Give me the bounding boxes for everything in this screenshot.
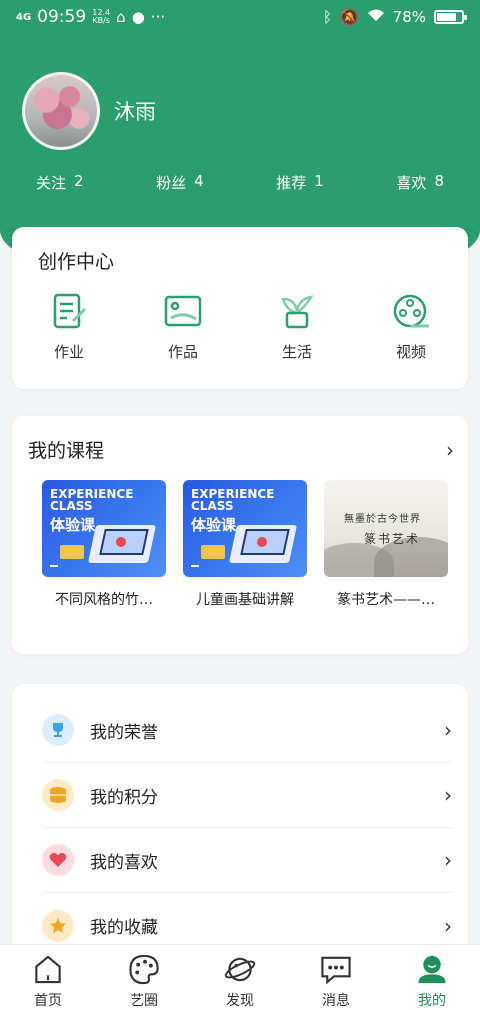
course-name: 不同风格的竹… (55, 592, 153, 608)
my-courses-title: 我的课程 (28, 440, 105, 462)
create-item-video[interactable]: 视频 (354, 291, 468, 362)
create-item-label: 生活 (281, 343, 312, 361)
course-name: 篆书艺术——… (337, 592, 435, 608)
star-icon (42, 909, 74, 942)
menu-label: 我的积分 (90, 787, 158, 808)
course-thumbnail: 無墨於古今世界 篆书艺术 (324, 480, 448, 577)
status-bar: 4G 09:59 12.4 KB/s ⌂ ● ··· ᛒ 🔕 78% (0, 0, 480, 34)
clock: 09:59 (37, 7, 87, 27)
create-item-homework[interactable]: 作业 (12, 291, 126, 362)
course-name: 儿童画基础讲解 (196, 592, 294, 608)
app-status-icon: ● (131, 8, 145, 26)
tab-art-circle[interactable]: 艺圈 (96, 945, 192, 1010)
home-icon (35, 955, 61, 984)
tab-label: 发现 (226, 993, 254, 1009)
network-speed: 12.4 KB/s (92, 8, 111, 25)
profile-icon (418, 955, 446, 984)
chevron-right-icon: › (444, 848, 452, 872)
wifi-icon (367, 8, 385, 26)
course-item[interactable]: EXPERIENCE CLASS 体验课 不同风格的竹… (42, 480, 166, 609)
chevron-right-icon[interactable]: › (446, 438, 454, 462)
menu-item-honors[interactable]: 我的荣誉 › (42, 698, 452, 763)
battery-icon (434, 10, 467, 24)
bluetooth-icon: ᛒ (322, 8, 332, 26)
menu-label: 我的喜欢 (90, 852, 158, 873)
stat-following[interactable]: 关注 2 (36, 172, 84, 193)
palette-icon (129, 954, 159, 985)
tab-label: 我的 (418, 993, 446, 1009)
menu-card: 我的荣誉 › 我的积分 › 我的喜欢 › 我的收藏 › (12, 684, 468, 954)
mute-icon: 🔕 (339, 8, 359, 26)
chevron-right-icon: › (444, 913, 452, 938)
create-item-life[interactable]: 生活 (240, 291, 354, 362)
tab-messages[interactable]: 消息 (288, 945, 384, 1010)
creation-center-title: 创作中心 (38, 251, 115, 273)
more-status-icon: ··· (150, 8, 166, 26)
menu-item-points[interactable]: 我的积分 › (42, 763, 452, 828)
tab-home[interactable]: 首页 (0, 945, 96, 1010)
stats-row: 关注 2 粉丝 4 推荐 1 喜欢 8 (0, 172, 480, 193)
course-thumbnail: EXPERIENCE CLASS 体验课 (183, 480, 307, 577)
create-item-label: 视频 (395, 343, 426, 361)
menu-label: 我的收藏 (90, 918, 158, 938)
my-courses-card: 我的课程 › EXPERIENCE CLASS 体验课 不同风格的竹… EXPER… (12, 416, 468, 654)
stat-recommend[interactable]: 推荐 1 (276, 172, 324, 193)
create-item-label: 作业 (53, 343, 84, 361)
username: 沐雨 (114, 100, 156, 124)
homework-icon (53, 293, 87, 329)
create-item-label: 作品 (167, 343, 198, 361)
heart-icon (42, 844, 74, 876)
chevron-right-icon: › (444, 718, 452, 742)
tab-mine[interactable]: 我的 (384, 945, 480, 1010)
tab-label: 首页 (34, 993, 62, 1009)
create-item-artwork[interactable]: 作品 (126, 291, 240, 362)
stat-likes[interactable]: 喜欢 8 (396, 172, 444, 193)
menu-item-likes[interactable]: 我的喜欢 › (42, 828, 452, 893)
signal-indicator: 4G (16, 11, 32, 23)
creation-center-card: 创作中心 作业 作品 生活 视频 (12, 227, 468, 389)
home-status-icon: ⌂ (116, 8, 126, 26)
battery-percent: 78% (392, 8, 426, 26)
message-icon (321, 956, 351, 985)
course-item[interactable]: EXPERIENCE CLASS 体验课 儿童画基础讲解 (183, 480, 307, 609)
bottom-tab-bar: 首页 艺圈 发现 消息 我的 (0, 944, 480, 1010)
profile-header[interactable]: 沐雨 (22, 72, 156, 150)
coins-icon (42, 779, 74, 811)
trophy-icon (42, 714, 74, 746)
tab-label: 艺圈 (130, 993, 158, 1009)
avatar[interactable] (22, 72, 100, 150)
course-thumbnail: EXPERIENCE CLASS 体验课 (42, 480, 166, 577)
stat-fans[interactable]: 粉丝 4 (156, 172, 204, 193)
artwork-icon (164, 295, 202, 327)
tab-label: 消息 (322, 993, 350, 1009)
chevron-right-icon: › (444, 783, 452, 807)
menu-label: 我的荣誉 (90, 722, 158, 743)
plant-icon (281, 295, 314, 329)
course-item[interactable]: 無墨於古今世界 篆书艺术 篆书艺术——… (324, 480, 448, 609)
planet-icon (224, 957, 256, 982)
tab-discover[interactable]: 发现 (192, 945, 288, 1010)
video-reel-icon (393, 294, 429, 328)
